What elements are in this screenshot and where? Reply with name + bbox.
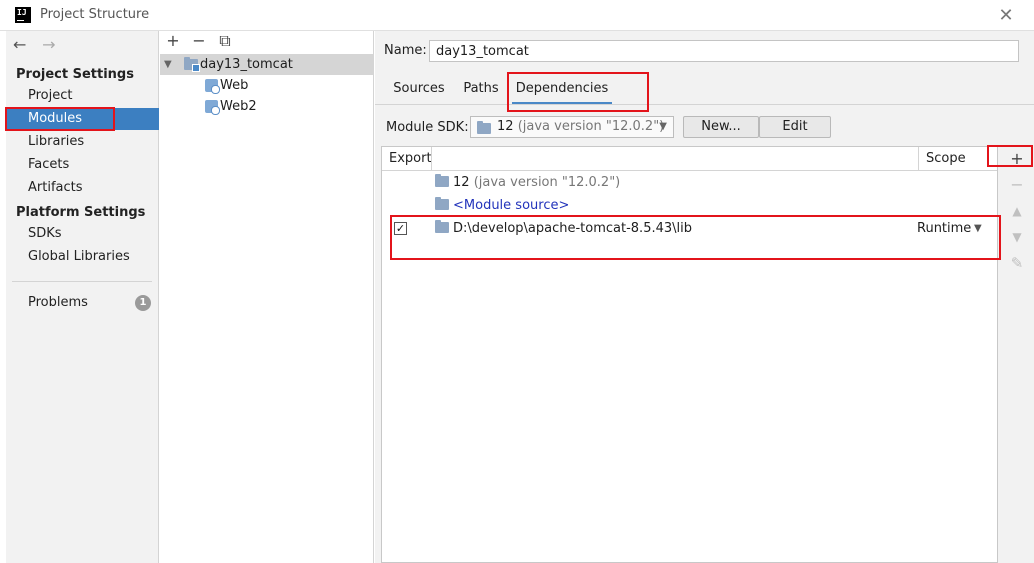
source-folder-icon (435, 197, 449, 210)
tree-toolbar: + − ⧉ (160, 31, 374, 51)
module-sdk-label: Module SDK: (386, 120, 469, 135)
column-divider (918, 147, 919, 171)
dependency-toolbar: + − ▲ ▼ ✎ (999, 146, 1034, 563)
sidebar-item-libraries[interactable]: Libraries (6, 131, 159, 153)
name-label: Name: (384, 43, 427, 58)
forward-arrow-icon[interactable]: → (42, 35, 66, 54)
edit-dependency-icon[interactable]: ✎ (1007, 253, 1027, 273)
table-row[interactable]: ✓ D:\develop\apache-tomcat-8.5.43\lib Ru… (382, 217, 997, 240)
chevron-down-icon: ▼ (659, 121, 667, 132)
dependency-detail: (java version "12.0.2") (473, 175, 621, 190)
sidebar-item-global-libraries[interactable]: Global Libraries (6, 246, 159, 268)
dependency-name: D:\develop\apache-tomcat-8.5.43\lib (453, 221, 692, 236)
edit-sdk-button[interactable]: Edit (759, 116, 831, 138)
table-row[interactable]: <Module source> (382, 194, 997, 217)
dependency-name: <Module source> (453, 198, 570, 213)
tree-item-module[interactable]: ▼ day13_tomcat (160, 54, 374, 75)
table-header: Export Scope (382, 147, 997, 171)
intellij-logo-icon: IJ (15, 7, 31, 23)
remove-icon[interactable]: − (189, 31, 209, 51)
move-down-icon[interactable]: ▼ (1007, 227, 1027, 247)
sidebar-item-sdks[interactable]: SDKs (6, 223, 159, 245)
dependency-name: 12 (453, 175, 470, 190)
sdk-version-detail: (java version "12.0.2") (517, 119, 665, 134)
move-up-icon[interactable]: ▲ (1007, 201, 1027, 221)
sidebar-item-facets[interactable]: Facets (6, 154, 159, 176)
sdk-folder-icon (477, 121, 491, 134)
row-text: 12 (java version "12.0.2") (453, 171, 620, 194)
sidebar-item-problems[interactable]: Problems 1 (6, 292, 159, 314)
copy-icon[interactable]: ⧉ (215, 31, 235, 51)
tab-paths[interactable]: Paths (461, 75, 501, 105)
close-icon[interactable]: ✕ (996, 6, 1016, 26)
tab-sources[interactable]: Sources (389, 75, 449, 105)
facet-name: Web (220, 78, 249, 93)
project-settings-header: Project Settings (16, 67, 134, 82)
module-name-input[interactable] (429, 40, 1019, 62)
settings-sidebar: ← → Project Settings Project Modules Lib… (6, 31, 159, 563)
column-scope[interactable]: Scope (926, 147, 966, 171)
new-sdk-button[interactable]: New... (683, 116, 759, 138)
web-facet-icon (205, 79, 220, 94)
chevron-down-icon[interactable]: ▼ (974, 217, 982, 240)
module-tree-pane: + − ⧉ ▼ day13_tomcat Web Web2 (160, 31, 374, 563)
sidebar-item-project[interactable]: Project (6, 85, 159, 107)
back-arrow-icon[interactable]: ← (13, 35, 37, 54)
tree-item-web[interactable]: Web (160, 75, 374, 96)
title-bar: IJ Project Structure ✕ (0, 0, 1034, 31)
web-facet-icon (205, 100, 220, 115)
sidebar-item-artifacts[interactable]: Artifacts (6, 177, 159, 199)
table-row[interactable]: 12 (java version "12.0.2") (382, 171, 997, 194)
add-icon[interactable]: + (163, 31, 183, 51)
dependencies-table: Export Scope 12 (java version "12.0.2") … (381, 146, 998, 563)
problems-label: Problems (28, 295, 88, 310)
sidebar-divider (12, 281, 152, 282)
add-dependency-icon[interactable]: + (1007, 149, 1027, 169)
module-folder-icon (184, 57, 200, 72)
problems-count-badge: 1 (135, 295, 151, 311)
sidebar-item-modules[interactable]: Modules (6, 108, 159, 130)
library-folder-icon (435, 220, 449, 233)
column-export[interactable]: Export (389, 147, 432, 171)
scope-select[interactable]: Runtime (917, 217, 971, 240)
column-divider (431, 147, 432, 171)
module-name: day13_tomcat (200, 57, 293, 72)
window-title: Project Structure (40, 7, 150, 22)
module-sdk-select[interactable]: 12 (java version "12.0.2") ▼ (470, 116, 674, 138)
remove-dependency-icon[interactable]: − (1007, 175, 1027, 195)
tab-dependencies[interactable]: Dependencies (512, 75, 612, 105)
chevron-down-icon[interactable]: ▼ (164, 54, 172, 75)
sdk-folder-icon (435, 174, 449, 187)
nav-arrows: ← → (13, 35, 66, 55)
sdk-version: 12 (497, 119, 514, 134)
tabs-divider (375, 104, 1034, 105)
facet-name: Web2 (220, 99, 257, 114)
platform-settings-header: Platform Settings (16, 205, 146, 220)
module-details-pane: Name: Sources Paths Dependencies Module … (375, 31, 1034, 563)
tree-item-web2[interactable]: Web2 (160, 96, 374, 117)
export-checkbox[interactable]: ✓ (394, 222, 407, 235)
